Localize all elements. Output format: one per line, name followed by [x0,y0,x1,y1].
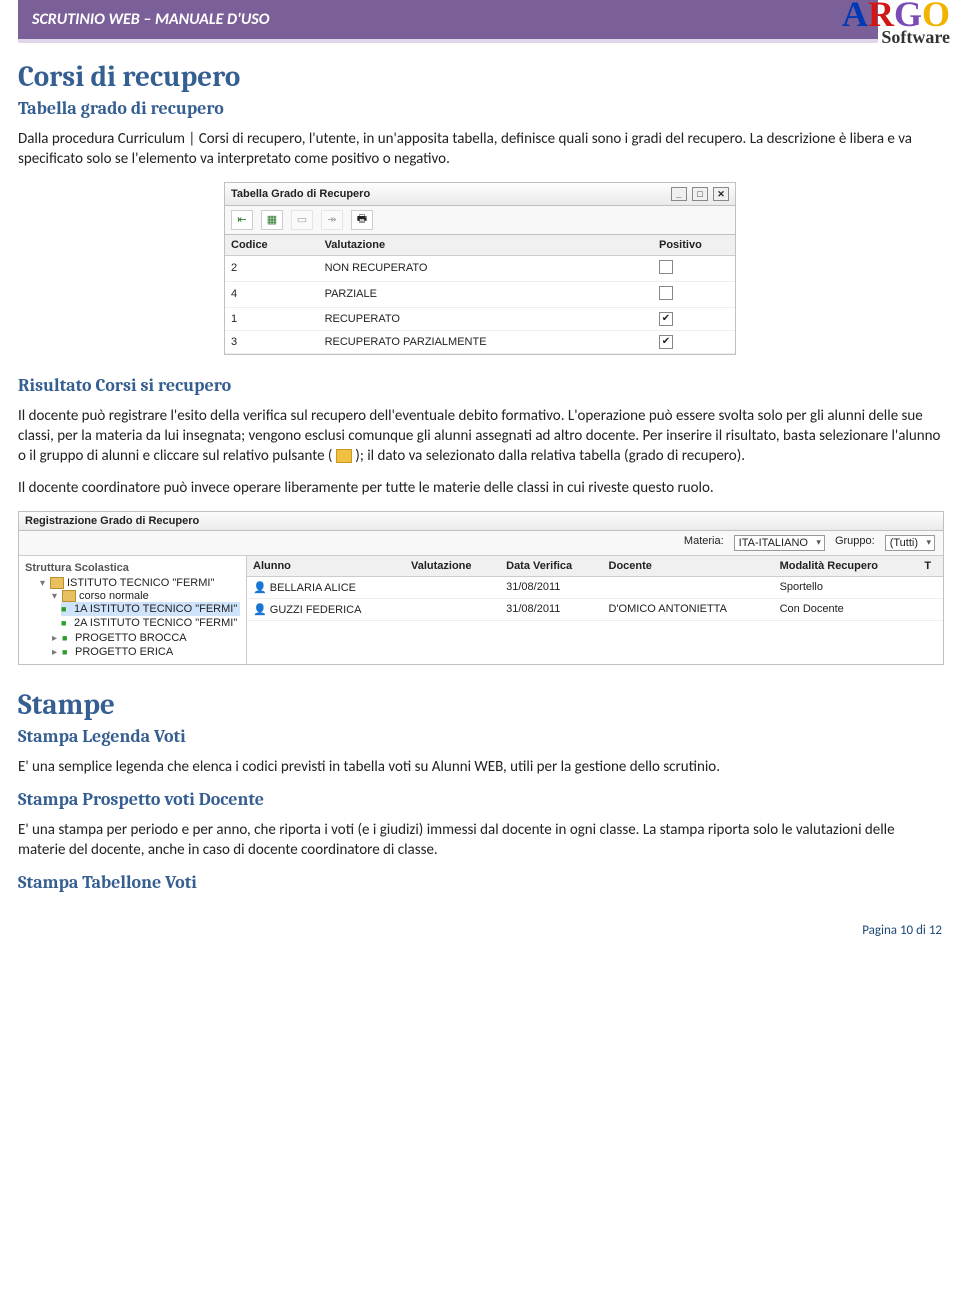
person-icon: 👤 [253,604,267,616]
h1-stampe: Stampe [18,689,942,722]
window-titlebar: Registrazione Grado di Recupero [19,512,943,531]
page-number: Pagina 10 di 12 [18,923,942,938]
gruppo-label: Gruppo: [835,535,875,551]
maximize-icon[interactable]: □ [692,187,708,201]
toolbar-icon-4[interactable]: ↠ [321,210,343,230]
filter-bar: Materia: ITA-ITALIANO Gruppo: (Tutti) [19,531,943,556]
window-controls: _ □ ✕ [669,187,729,201]
list-row[interactable]: 👤 BELLARIA ALICE 31/08/2011 Sportello [247,576,943,598]
window-title: Tabella Grado di Recupero [231,188,370,200]
h2-risultato: Risultato Corsi si recupero [18,375,942,396]
h2-tabellone: Stampa Tabellone Voti [18,872,942,893]
p-risultato-1: Il docente può registrare l'esito della … [18,406,942,467]
window-registrazione: Registrazione Grado di Recupero Materia:… [18,511,944,665]
tree-leaf[interactable]: ■2A ISTITUTO TECNICO "FERMI" [61,616,240,630]
table-row: 1 RECUPERATO ✔ [225,307,735,330]
table-row: 2 NON RECUPERATO [225,255,735,281]
col-positivo: Positivo [653,235,735,256]
col-valutazione: Valutazione [319,235,653,256]
header-title: SCRUTINIO WEB – MANUALE D'USO [32,10,269,29]
print-icon[interactable]: 🖶 [351,210,373,230]
toolbar: ⇤ ▦ ▭ ↠ 🖶 [225,206,735,235]
p-legenda: E' una semplice legenda che elenca i cod… [18,757,942,777]
tree-branch[interactable]: ▸■PROGETTO ERICA [49,645,240,659]
h2-legenda: Stampa Legenda Voti [18,726,942,747]
table-row: 4 PARZIALE [225,281,735,307]
window-title: Registrazione Grado di Recupero [25,515,199,527]
h2-prospetto: Stampa Prospetto voti Docente [18,789,942,810]
list-row[interactable]: 👤 GUZZI FEDERICA 31/08/2011 D'OMICO ANTO… [247,598,943,620]
checkbox-checked[interactable]: ✔ [659,335,673,349]
p-prospetto: E' una stampa per periodo e per anno, ch… [18,820,942,861]
window-titlebar: Tabella Grado di Recupero _ □ ✕ [225,183,735,206]
toolbar-icon-1[interactable]: ⇤ [231,210,253,230]
h1-corsi: Corsi di recupero [18,61,942,94]
toolbar-icon-2[interactable]: ▦ [261,210,283,230]
grado-table: Codice Valutazione Positivo 2 NON RECUPE… [225,235,735,354]
toolbar-icon-3[interactable]: ▭ [291,210,313,230]
edit-icon [336,449,352,463]
materia-label: Materia: [684,535,724,551]
header-bar: SCRUTINIO WEB – MANUALE D'USO [18,0,878,43]
tree-branch[interactable]: ▸■PROGETTO BROCCA [49,631,240,645]
checkbox[interactable] [659,286,673,300]
col-modalita: Modalità Recupero [774,556,919,577]
window-tabella-grado: Tabella Grado di Recupero _ □ ✕ ⇤ ▦ ▭ ↠ … [224,182,736,355]
logo: ARGO Software [842,2,950,44]
col-data: Data Verifica [500,556,602,577]
checkbox-checked[interactable]: ✔ [659,312,673,326]
h2-tabella-grado: Tabella grado di recupero [18,98,942,119]
col-docente: Docente [603,556,774,577]
tree-branch[interactable]: ▾corso normale ■1A ISTITUTO TECNICO "FER… [49,589,240,631]
person-icon: 👤 [253,582,267,594]
tree-panel: Struttura Scolastica ▾ISTITUTO TECNICO "… [19,556,247,664]
col-codice: Codice [225,235,319,256]
close-icon[interactable]: ✕ [713,187,729,201]
table-row: 3 RECUPERATO PARZIALMENTE ✔ [225,330,735,353]
col-t: T [918,556,943,577]
tree-title: Struttura Scolastica [25,560,240,576]
tree-root[interactable]: ▾ISTITUTO TECNICO "FERMI" ▾corso normale… [37,576,240,660]
p-risultato-2: Il docente coordinatore può invece opera… [18,478,942,498]
col-alunno: Alunno [247,556,405,577]
col-valutazione: Valutazione [405,556,500,577]
list-panel: Alunno Valutazione Data Verifica Docente… [247,556,943,664]
p-tabella-grado: Dalla procedura Curriculum | Corsi di re… [18,129,942,170]
materia-select[interactable]: ITA-ITALIANO [734,535,825,551]
minimize-icon[interactable]: _ [671,187,687,201]
gruppo-select[interactable]: (Tutti) [885,535,935,551]
checkbox[interactable] [659,260,673,274]
tree-leaf-selected[interactable]: ■1A ISTITUTO TECNICO "FERMI" [61,602,240,616]
